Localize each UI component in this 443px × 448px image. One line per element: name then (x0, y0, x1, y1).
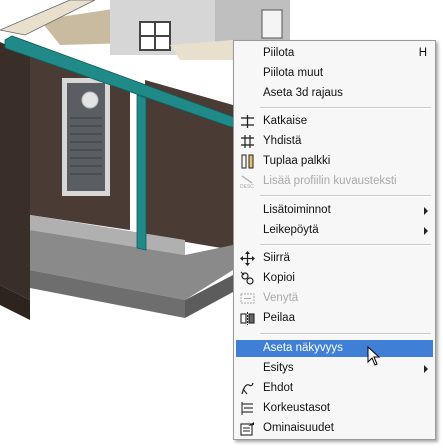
menu-item-properties[interactable]: Ominaisuudet (236, 419, 433, 438)
menu-item-more-functions[interactable]: Lisätoiminnot (236, 201, 433, 220)
menu-item-label: Ehdot (263, 382, 294, 394)
door-window (81, 91, 99, 109)
double-beam-icon (241, 154, 254, 169)
menu-item-label: Ominaisuudet (263, 422, 334, 434)
menu-item-label: Leikepöytä (263, 224, 319, 236)
menu-item-label: Venytä (263, 292, 299, 304)
height-levels-icon (241, 402, 253, 415)
cut-beam-icon (241, 115, 254, 128)
submenu-arrow-icon (424, 227, 428, 235)
menu-item-cut[interactable]: Katkaise (236, 112, 433, 131)
menu-item-height-levels[interactable]: Korkeustasot (236, 399, 433, 418)
submenu-arrow-icon (424, 365, 428, 373)
properties-icon (240, 422, 254, 436)
menu-item-set-3d-crop[interactable]: Aseta 3d rajaus (236, 84, 433, 103)
menu-separator (260, 333, 431, 335)
menu-item-label: Kopioi (263, 272, 295, 284)
menu-item-label: Korkeustasot (263, 402, 331, 414)
move-icon (240, 251, 255, 266)
menu-item-label: Piilota muut (263, 67, 324, 79)
menu-separator (260, 244, 431, 246)
conditions-icon (241, 382, 254, 395)
profile-description-icon: DESC (240, 175, 254, 189)
copy-icon (240, 271, 254, 285)
menu-item-label: Tuplaa palkki (263, 155, 331, 167)
menu-item-stretch[interactable]: Venytä (236, 289, 433, 308)
menu-item-hide[interactable]: Piilota H (236, 44, 433, 63)
submenu-arrow-icon (424, 207, 428, 215)
mouse-pointer-icon (367, 346, 381, 366)
join-beam-icon (241, 135, 254, 148)
menu-separator (260, 195, 431, 197)
menu-item-label: Lisää profiilin kuvausteksti (263, 175, 397, 187)
menu-item-label: Esitys (263, 362, 294, 374)
menu-item-move[interactable]: Siirrä (236, 249, 433, 268)
menu-separator (260, 107, 431, 109)
menu-item-clipboard[interactable]: Leikepöytä (236, 221, 433, 240)
menu-item-label: Katkaise (263, 115, 308, 127)
svg-text:DESC: DESC (240, 184, 254, 189)
menu-item-label: Siirrä (263, 252, 290, 264)
menu-item-copy[interactable]: Kopioi (236, 269, 433, 288)
menu-item-label: Lisätoiminnot (263, 204, 331, 216)
menu-item-double-beam[interactable]: Tuplaa palkki (236, 152, 433, 171)
shortcut-label: H (418, 47, 427, 59)
menu-item-presentation[interactable]: Esitys (236, 359, 433, 378)
menu-item-add-profile-description[interactable]: DESC Lisää profiilin kuvausteksti (236, 172, 433, 191)
context-menu: Piilota H Piilota muut Aseta 3d rajaus K… (233, 40, 436, 440)
menu-item-label: Aseta 3d rajaus (263, 87, 343, 99)
menu-item-label: Peilaa (263, 312, 295, 324)
stretch-icon (240, 293, 255, 304)
menu-item-label: Yhdistä (263, 135, 302, 147)
menu-item-set-visibility[interactable]: Aseta näkyvyys (236, 340, 433, 357)
menu-item-label: Piilota (263, 47, 295, 59)
beam-column[interactable] (136, 94, 147, 251)
left-wall (0, 42, 30, 300)
menu-item-label: Aseta näkyvyys (263, 342, 343, 354)
menu-item-mirror[interactable]: Peilaa (236, 309, 433, 328)
menu-item-hide-others[interactable]: Piilota muut (236, 64, 433, 83)
menu-item-join[interactable]: Yhdistä (236, 132, 433, 151)
menu-item-conditions[interactable]: Ehdot (236, 379, 433, 398)
mirror-icon (240, 312, 255, 325)
